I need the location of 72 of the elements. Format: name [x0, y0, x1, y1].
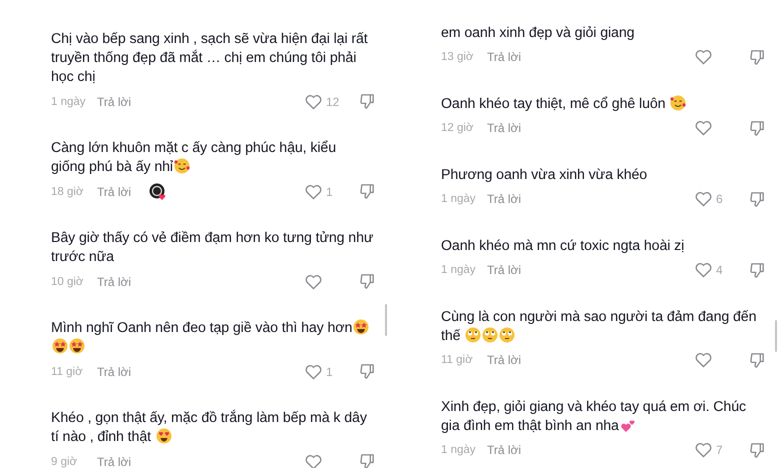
comment-time: 1 ngày — [441, 444, 477, 456]
dislike-icon[interactable] — [749, 262, 766, 278]
smiling-face-with-hearts-icon — [174, 158, 190, 174]
dislike-icon[interactable] — [359, 183, 376, 200]
scrollbar[interactable] — [775, 320, 777, 352]
comment-time: 9 giờ — [51, 456, 78, 468]
reply-link[interactable]: Trả lời — [97, 94, 132, 108]
dislike-icon[interactable] — [359, 453, 376, 468]
heart-icon[interactable] — [695, 49, 712, 65]
like-count: 7 — [716, 443, 723, 457]
smiling-face-with-hearts-icon — [670, 94, 686, 110]
eye-roll-face-icon — [465, 326, 482, 342]
comment-time: 10 giờ — [51, 276, 84, 288]
star-eyes-face-icon — [52, 338, 68, 354]
comment-time: 18 giờ — [51, 186, 84, 198]
dislike-icon[interactable] — [359, 273, 376, 290]
comment-time: 13 giờ — [441, 51, 474, 63]
star-eyes-face-icon — [69, 338, 85, 354]
comment-text: Mình nghĩ Oanh nên đeo tạp giề vào thì hay hơn — [51, 319, 377, 357]
comment-text: Chị vào bếp sang xinh , sạch sẽ vừa hiện đại lại rất truyền thống đẹp đã mắt … chị em chúng tôi phải học chị — [51, 30, 368, 87]
like-count: 1 — [326, 364, 333, 378]
comment-time: 1 ngày — [51, 96, 87, 108]
comment-text: em oanh xinh đẹp và giỏi giang — [441, 24, 634, 42]
heart-icon[interactable] — [305, 274, 322, 290]
comment-text: Cùng là con người mà sao người ta đảm đang đến thế — [441, 308, 756, 346]
heart-icon[interactable] — [695, 262, 712, 278]
comment-text: Bây giờ thấy có vẻ điềm đạm hơn ko tưng tửng như trước nữa — [51, 229, 374, 267]
reply-link[interactable]: Trả lời — [487, 263, 522, 277]
reply-link[interactable]: Trả lời — [487, 192, 522, 206]
eye-roll-face-icon — [482, 326, 498, 342]
dislike-icon[interactable] — [749, 48, 766, 66]
reply-link[interactable]: Trả lời — [97, 274, 132, 288]
comment-text: Càng lớn khuôn mặt c ấy càng phúc hậu, kiểu giống phú bà ấy nhỉ — [51, 139, 336, 177]
like-count: 12 — [326, 94, 340, 108]
reply-link[interactable]: Trả lời — [487, 121, 522, 135]
heart-icon[interactable] — [305, 184, 322, 200]
reply-link[interactable]: Trả lời — [97, 364, 132, 378]
reply-link[interactable]: Trả lời — [487, 50, 522, 64]
like-count: 1 — [326, 184, 333, 198]
dislike-icon[interactable] — [749, 120, 766, 136]
comment-time: 1 ngày — [441, 193, 477, 205]
like-count: 4 — [716, 263, 723, 277]
heart-icon[interactable] — [695, 352, 712, 368]
reply-link[interactable]: Trả lời — [97, 184, 132, 198]
comment-time: 11 giờ — [441, 354, 474, 366]
comment-text: Phương oanh vừa xinh vừa khéo — [441, 166, 648, 184]
dislike-icon[interactable] — [749, 190, 766, 208]
reply-link[interactable]: Trả lời — [487, 443, 522, 457]
comment-text: Xinh đẹp, giỏi giang và khéo tay quá em ơi. Chúc gia đình em thật bình an nha — [441, 398, 746, 436]
heart-icon[interactable] — [305, 364, 322, 380]
star-eyes-face-icon — [353, 319, 370, 335]
comment-text: Khéo , gọn thật ấy, mặc đồ trắng làm bếp mà k dây tí nào , đỉnh thật — [51, 409, 367, 447]
like-count: 6 — [716, 192, 723, 206]
reply-link[interactable]: Trả lời — [97, 454, 132, 468]
heart-icon[interactable] — [305, 454, 322, 468]
comment-time: 11 giờ — [51, 366, 84, 378]
dislike-icon[interactable] — [359, 93, 376, 110]
heart-icon[interactable] — [695, 120, 712, 136]
eye-roll-face-icon — [499, 326, 516, 342]
heart-icon[interactable] — [305, 94, 322, 110]
comment-text: Oanh khéo mà mn cứ toxic ngta hoài zị — [441, 236, 684, 256]
heart-icon[interactable] — [695, 442, 712, 458]
comment-text: Oanh khéo tay thiệt, mê cổ ghê luôn — [441, 94, 686, 114]
comment-time: 12 giờ — [441, 122, 474, 134]
dislike-icon[interactable] — [359, 363, 376, 380]
heart-icon[interactable] — [695, 191, 712, 207]
reply-link[interactable]: Trả lời — [487, 353, 522, 367]
dislike-icon[interactable] — [749, 352, 766, 368]
comment-time: 1 ngày — [441, 264, 477, 276]
dislike-icon[interactable] — [749, 442, 766, 458]
heart-eyes-face-icon — [156, 428, 172, 444]
scrollbar[interactable] — [385, 304, 387, 336]
